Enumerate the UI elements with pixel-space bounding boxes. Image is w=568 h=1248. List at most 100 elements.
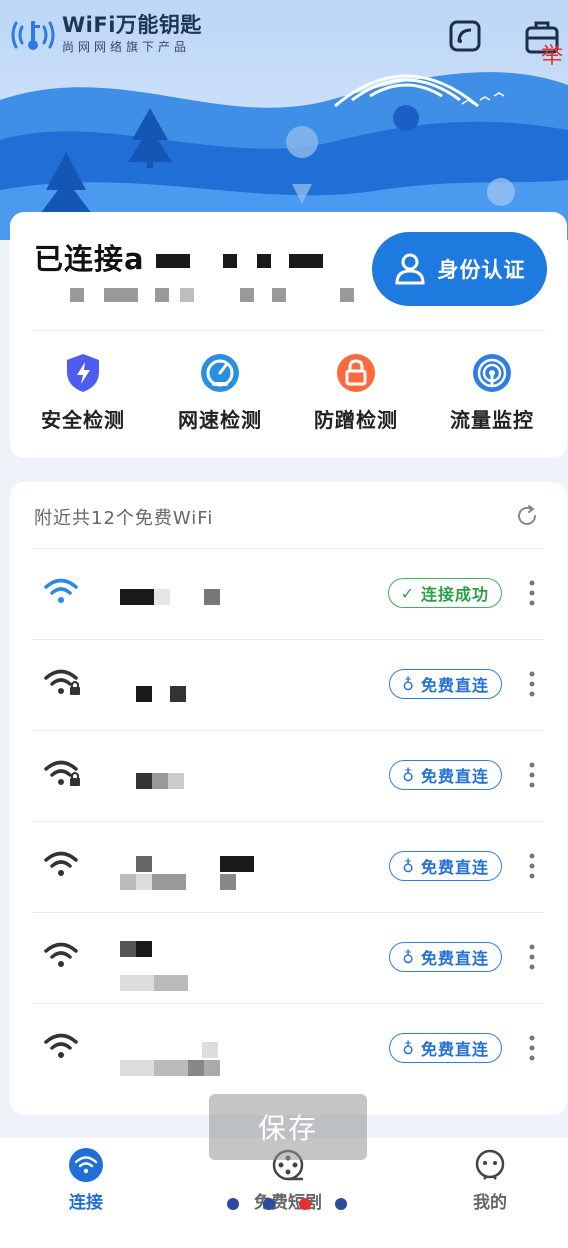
signal-icon	[473, 354, 511, 392]
redacted-ssid	[289, 254, 323, 268]
identity-auth-label: 身份认证	[437, 258, 526, 282]
redacted-info	[70, 288, 84, 302]
redacted-info	[340, 288, 354, 302]
tool-security-check[interactable]: 安全检测	[18, 352, 148, 433]
user-icon	[394, 253, 425, 285]
tool-label: 流量监控	[450, 408, 534, 432]
indicator-dot-active	[299, 1198, 311, 1210]
redacted-ssid	[154, 589, 170, 605]
key-icon: ♁	[402, 765, 415, 785]
connected-status-badge: ✓ 连接成功	[387, 578, 502, 608]
nearby-wifi-card: 附近共12个免费WiFi ✓ 连接成功 ♁ 免费直连 ♁ 免费直连 ♁ 免费直连…	[10, 482, 567, 1115]
wifi-signal-icon	[44, 942, 78, 967]
more-options-icon[interactable]	[528, 670, 536, 698]
free-connect-button[interactable]: ♁ 免费直连	[389, 851, 502, 881]
nav-label: 我的	[473, 1193, 507, 1213]
scan-icon[interactable]	[447, 18, 483, 58]
wifi-key-logo-icon	[11, 20, 55, 50]
indicator-dot	[227, 1198, 239, 1210]
app-subtitle: 尚网网络旗下产品	[62, 40, 191, 54]
speedometer-icon	[201, 354, 239, 392]
redacted-ssid	[136, 874, 152, 890]
hero-banner: WiFi万能钥匙 尚网网络旗下产品 举	[0, 0, 568, 240]
identity-auth-button[interactable]: 身份认证	[372, 232, 547, 306]
save-toast[interactable]: 保存	[209, 1094, 367, 1160]
redacted-ssid	[257, 254, 271, 268]
shield-icon	[67, 354, 99, 392]
connection-card: 已连接a 身份认证 安全检测 网速检测 防蹭检测 流量监控	[10, 212, 567, 458]
wifi-locked-icon	[44, 669, 80, 695]
redacted-ssid	[136, 856, 152, 872]
more-options-icon[interactable]	[528, 579, 536, 607]
connection-status-title: 已连接a	[34, 242, 145, 276]
wifi-row[interactable]: ♁ 免费直连	[32, 1003, 544, 1094]
redacted-ssid	[120, 1060, 154, 1076]
more-options-icon[interactable]	[528, 761, 536, 789]
nav-tab-connect[interactable]: 连接	[26, 1148, 146, 1213]
more-options-icon[interactable]	[528, 852, 536, 880]
redacted-ssid	[136, 941, 152, 957]
redacted-info	[104, 288, 138, 302]
redacted-ssid	[152, 773, 168, 789]
redacted-ssid	[154, 975, 188, 991]
wifi-row[interactable]: ✓ 连接成功	[32, 548, 544, 639]
free-connect-button[interactable]: ♁ 免费直连	[389, 942, 502, 972]
wifi-signal-icon	[44, 851, 78, 876]
tool-anti-leech[interactable]: 防蹭检测	[291, 352, 421, 433]
key-icon: ♁	[402, 947, 415, 967]
checkmark-icon: ✓	[400, 583, 415, 603]
redacted-ssid	[120, 874, 136, 890]
redacted-ssid	[170, 686, 186, 702]
key-icon: ♁	[402, 856, 415, 876]
profile-face-icon	[475, 1149, 505, 1180]
more-options-icon[interactable]	[528, 1034, 536, 1062]
redacted-ssid	[204, 1060, 220, 1076]
redacted-ssid	[156, 254, 190, 268]
wifi-row[interactable]: ♁ 免费直连	[32, 912, 544, 1003]
redacted-ssid	[120, 941, 136, 957]
redacted-ssid	[168, 773, 184, 789]
redacted-ssid	[220, 874, 236, 890]
redacted-ssid	[188, 1060, 204, 1076]
tool-label: 安全检测	[41, 408, 125, 432]
redacted-info	[240, 288, 254, 302]
refresh-icon[interactable]	[515, 504, 539, 532]
toolbox-icon[interactable]: 举	[523, 18, 563, 69]
indicator-dot	[335, 1198, 347, 1210]
redacted-ssid	[136, 686, 152, 702]
wifi-tab-icon	[69, 1148, 103, 1182]
wifi-row[interactable]: ♁ 免费直连	[32, 639, 544, 730]
report-char[interactable]: 举	[541, 38, 563, 70]
free-connect-button[interactable]: ♁ 免费直连	[389, 669, 502, 699]
redacted-ssid	[136, 773, 152, 789]
redacted-ssid	[202, 1042, 218, 1058]
redacted-info	[155, 288, 169, 302]
indicator-dot	[263, 1198, 275, 1210]
app-logo: WiFi万能钥匙 尚网网络旗下产品	[10, 14, 202, 55]
nav-tab-me[interactable]: 我的	[430, 1148, 550, 1213]
page-indicator-dots	[227, 1198, 347, 1210]
app-title: WiFi万能钥匙	[62, 13, 202, 37]
free-connect-button[interactable]: ♁ 免费直连	[389, 760, 502, 790]
nearby-wifi-header: 附近共12个免费WiFi	[34, 508, 214, 529]
wifi-signal-icon	[44, 578, 78, 603]
more-options-icon[interactable]	[528, 943, 536, 971]
tool-speed-test[interactable]: 网速检测	[155, 352, 285, 433]
redacted-ssid	[204, 589, 220, 605]
key-icon: ♁	[402, 674, 415, 694]
nav-label: 连接	[69, 1193, 103, 1213]
redacted-ssid	[220, 856, 254, 872]
free-connect-button[interactable]: ♁ 免费直连	[389, 1033, 502, 1063]
redacted-ssid	[223, 254, 237, 268]
key-icon: ♁	[402, 1038, 415, 1058]
divider	[32, 330, 545, 331]
redacted-ssid	[152, 874, 186, 890]
wifi-signal-icon	[44, 1033, 78, 1058]
wifi-locked-icon	[44, 760, 80, 786]
redacted-info	[180, 288, 194, 302]
tool-label: 防蹭检测	[314, 408, 398, 432]
wifi-row[interactable]: ♁ 免费直连	[32, 821, 544, 912]
wifi-row[interactable]: ♁ 免费直连	[32, 730, 544, 821]
tool-traffic-monitor[interactable]: 流量监控	[427, 352, 557, 433]
redacted-ssid	[154, 1060, 188, 1076]
